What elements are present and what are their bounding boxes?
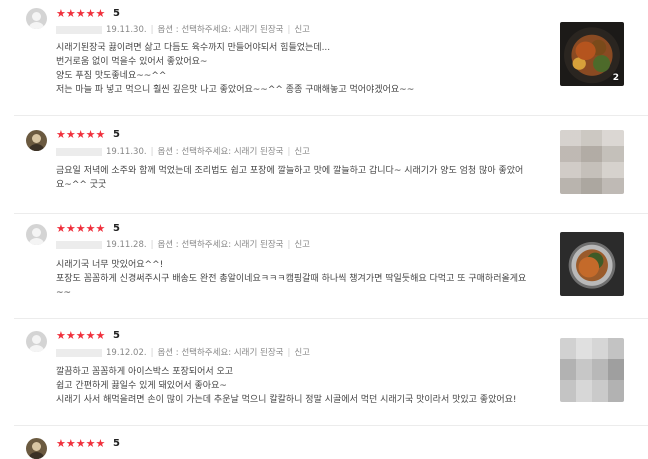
rating-score: 5 bbox=[113, 438, 120, 449]
review-divider bbox=[14, 213, 648, 214]
masked-username bbox=[56, 240, 102, 249]
review-line: 금요일 저녁에 소주와 함께 먹었는데 조리법도 쉽고 포장에 깔늘하고 맛에 … bbox=[56, 166, 524, 176]
reviewer-avatar bbox=[26, 438, 47, 459]
review-option: 옵션 : 선택하주세요: 시래기 된장국 bbox=[157, 348, 284, 358]
rating-score: 5 bbox=[113, 223, 120, 234]
review-meta: 19.12.02. | 옵션 : 선택하주세요: 시래기 된장국 | 신고 bbox=[56, 347, 310, 359]
review-divider bbox=[14, 425, 648, 426]
review-date: 19.11.30. bbox=[106, 147, 147, 157]
rating-score: 5 bbox=[113, 330, 120, 341]
report-link[interactable]: 신고 bbox=[294, 348, 310, 358]
review-divider bbox=[14, 318, 648, 319]
review-photo[interactable] bbox=[560, 338, 624, 402]
review-date: 19.12.02. bbox=[106, 348, 147, 358]
review-meta: 19.11.30. | 옵션 : 선택하주세요: 시래기 된장국 | 신고 bbox=[56, 146, 310, 158]
review-divider bbox=[14, 115, 648, 116]
review-option: 옵션 : 선택하주세요: 시래기 된장국 bbox=[157, 147, 284, 157]
review-line: 시래기된장국 끓이려면 삶고 다듬도 육수까지 만들어야되서 힘들었는데... bbox=[56, 43, 331, 53]
review-text: 시래기국 너무 맛있어요^^! 포장도 꼼꼼하게 신경써주시구 배송도 완전 총… bbox=[56, 258, 546, 300]
reviewer-avatar bbox=[26, 8, 47, 29]
review-meta: 19.11.30. | 옵션 : 선택하주세요: 시래기 된장국 | 신고 bbox=[56, 24, 310, 36]
review-line: 깔끔하고 꼼꼼하게 아이스박스 포장되어서 오고 bbox=[56, 367, 234, 377]
review-photo[interactable] bbox=[560, 130, 624, 194]
review-text: 깔끔하고 꼼꼼하게 아이스박스 포장되어서 오고 쉽고 간편하게 끓일수 있게 … bbox=[56, 365, 546, 407]
reviewer-avatar bbox=[26, 130, 47, 151]
review-option: 옵션 : 선택하주세요: 시래기 된장국 bbox=[157, 25, 284, 35]
review-photo[interactable] bbox=[560, 232, 624, 296]
review-date: 19.11.30. bbox=[106, 25, 147, 35]
photo-count: 2 bbox=[612, 73, 619, 83]
review-line: 양도 푸짐 맛도좋네요~~^^ bbox=[56, 71, 167, 81]
rating-score: 5 bbox=[113, 129, 120, 140]
review-line: ~~ bbox=[56, 288, 72, 298]
review-line: 쉽고 간편하게 끓일수 있게 돼있어서 좋아요~ bbox=[56, 381, 227, 391]
review-meta: 19.11.28. | 옵션 : 선택하주세요: 시래기 된장국 | 신고 bbox=[56, 239, 310, 251]
masked-username bbox=[56, 147, 102, 156]
rating-stars: ★★★★★ bbox=[56, 7, 106, 20]
masked-username bbox=[56, 348, 102, 357]
review-line: 저는 마늘 파 넣고 먹으니 훨씬 깊은맛 나고 좋았어요~~^^ 종종 구매해… bbox=[56, 85, 415, 95]
rating-stars: ★★★★★ bbox=[56, 437, 106, 450]
report-link[interactable]: 신고 bbox=[294, 147, 310, 157]
review-line: 시래기국 너무 맛있어요^^! bbox=[56, 260, 164, 270]
report-link[interactable]: 신고 bbox=[294, 240, 310, 250]
rating-stars: ★★★★★ bbox=[56, 128, 106, 141]
rating-score: 5 bbox=[113, 8, 120, 19]
masked-username bbox=[56, 25, 102, 34]
review-line: 시래기 사서 해먹을려면 손이 많이 가는데 추운날 먹으니 칼칼하니 정말 시… bbox=[56, 395, 517, 405]
report-link[interactable]: 신고 bbox=[294, 25, 310, 35]
review-line: 번거로움 없이 먹을수 있어서 좋았어요~ bbox=[56, 57, 208, 67]
review-text: 시래기된장국 끓이려면 삶고 다듬도 육수까지 만들어야되서 힘들었는데... … bbox=[56, 41, 546, 97]
rating-stars: ★★★★★ bbox=[56, 329, 106, 342]
review-photo[interactable]: 2 bbox=[560, 22, 624, 86]
review-date: 19.11.28. bbox=[106, 240, 147, 250]
review-text: 금요일 저녁에 소주와 함께 먹었는데 조리법도 쉽고 포장에 깔늘하고 맛에 … bbox=[56, 164, 546, 192]
rating-stars: ★★★★★ bbox=[56, 222, 106, 235]
review-line: 포장도 꼼꼼하게 신경써주시구 배송도 완전 총알이네요ㅋㅋㅋ캠핑갈때 하나씩 … bbox=[56, 274, 527, 284]
review-line: 요~^^ 굿굿 bbox=[56, 180, 107, 190]
review-option: 옵션 : 선택하주세요: 시래기 된장국 bbox=[157, 240, 284, 250]
reviewer-avatar bbox=[26, 331, 47, 352]
reviewer-avatar bbox=[26, 224, 47, 245]
